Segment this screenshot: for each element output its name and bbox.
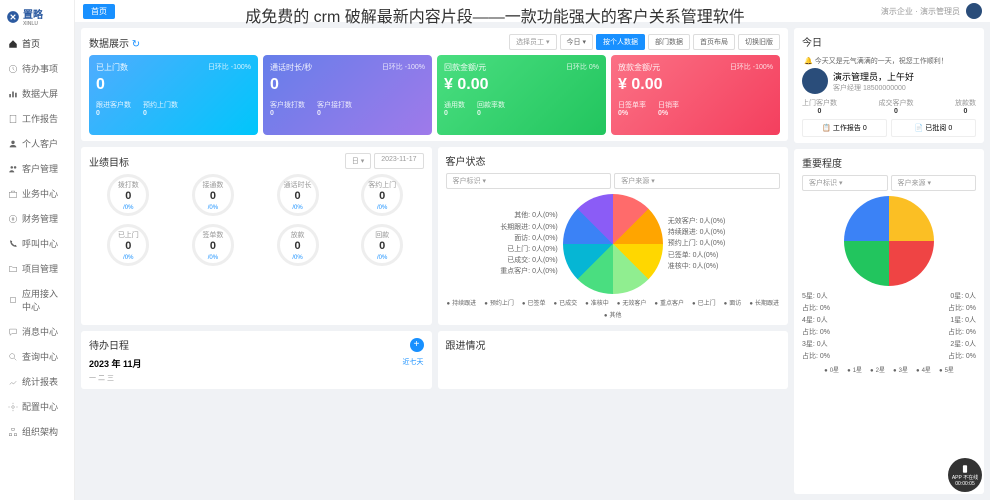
notification: 🔔今天又是元气满满的一天，祝您工作顺利！ (802, 54, 976, 68)
phone-icon (8, 239, 18, 249)
menu-message[interactable]: 消息中心 (0, 319, 74, 344)
status-pie (563, 194, 663, 294)
ring-item: 客约上门0/0% (343, 174, 422, 218)
menu-config[interactable]: 配置中心 (0, 394, 74, 419)
chart-icon (8, 89, 18, 99)
filter-personal[interactable]: 按个人数据 (596, 34, 645, 50)
menu-customer[interactable]: 客户管理 (0, 156, 74, 181)
menu-business[interactable]: 业务中心 (0, 181, 74, 206)
home-icon (8, 39, 18, 49)
menu-dashboard[interactable]: 数据大屏 (0, 81, 74, 106)
sched-month: 2023 年 11月 (89, 357, 142, 370)
imp-title: 重要程度 (802, 155, 842, 170)
ring-item: 回款0/0% (343, 224, 422, 268)
menu-call[interactable]: 呼叫中心 (0, 231, 74, 256)
user-name: 演示管理员，上午好 (833, 70, 976, 83)
card-payment[interactable]: 回款金额/元日环比 0% ¥ 0.00 通用数0回款率数0 (437, 55, 606, 135)
status-panel: 客户状态 客户标识 ▾客户来源 ▾ 其他: 0人(0%)长期跟进: 0人(0%)… (438, 147, 789, 325)
menu-personal[interactable]: 个人客户 (0, 131, 74, 156)
org-icon (8, 427, 18, 437)
imp-sel2[interactable]: 客户来源 ▾ (891, 175, 977, 191)
stats-icon (8, 377, 18, 387)
ring-item: 放款0/0% (258, 224, 337, 268)
imp-sel1[interactable]: 客户标识 ▾ (802, 175, 888, 191)
importance-panel: 重要程度 客户标识 ▾客户来源 ▾ 5星: 0人0星: 0人占比: 0%占比: … (794, 149, 984, 494)
message-icon (8, 327, 18, 337)
menu-query[interactable]: 查询中心 (0, 344, 74, 369)
clock-icon (8, 64, 18, 74)
phone-off-icon (960, 464, 970, 474)
data-title: 数据展示 ↻ (89, 35, 140, 50)
add-schedule-button[interactable]: + (410, 338, 424, 352)
schedule-panel: 待办日程+ 2023 年 11月近七天 一二三 (81, 331, 432, 389)
status-title: 客户状态 (446, 153, 486, 168)
status-sel2[interactable]: 客户来源 ▾ (614, 173, 780, 189)
data-panel: 数据展示 ↻ 选择员工 ▾ 今日 ▾ 按个人数据 部门数据 首页布局 切换旧版 … (81, 28, 788, 141)
perf-date[interactable]: 2023-11-17 (374, 153, 423, 169)
gear-icon (8, 402, 18, 412)
perf-title: 业绩目标 (89, 154, 129, 169)
card-loan[interactable]: 放款金额/元日环比 -100% ¥ 0.00 日签单率0%日销率0% (611, 55, 780, 135)
card-visits[interactable]: 已上门数日环比 -100% 0 跟进客户数0预约上门数0 (89, 55, 258, 135)
user-avatar[interactable] (802, 68, 828, 94)
menu-home[interactable]: 首页 (0, 31, 74, 56)
menu-project[interactable]: 项目管理 (0, 256, 74, 281)
overlay-title: 成免费的 crm 破解最新内容片段——一款功能强大的客户关系管理软件 (0, 3, 990, 27)
filter-employee[interactable]: 选择员工 ▾ (509, 34, 556, 50)
card-calls[interactable]: 通话时长/秒日环比 -100% 0 客户拨打数0客户接打数0 (263, 55, 432, 135)
ring-item: 通话时长0/0% (258, 174, 337, 218)
importance-pie (844, 196, 934, 286)
follow-title: 跟进情况 (446, 337, 486, 352)
briefcase-icon (8, 189, 18, 199)
menu-stats[interactable]: 统计报表 (0, 369, 74, 394)
menu-integration[interactable]: 应用接入中心 (0, 281, 74, 319)
sidebar: 置略XINLU 首页 待办事项 数据大屏 工作报告 个人客户 客户管理 业务中心… (0, 0, 75, 500)
sched-title: 待办日程 (89, 337, 129, 352)
filter-switch[interactable]: 切换旧版 (738, 34, 780, 50)
sched-link[interactable]: 近七天 (403, 357, 424, 373)
today-panel: 今日 🔔今天又是元气满满的一天，祝您工作顺利！ 演示管理员，上午好客户经理 18… (794, 28, 984, 143)
folder-icon (8, 264, 18, 274)
perf-day[interactable]: 日 ▾ (345, 153, 371, 169)
filter-layout[interactable]: 首页布局 (693, 34, 735, 50)
user-icon (8, 139, 18, 149)
filter-dept[interactable]: 部门数据 (648, 34, 690, 50)
doc-icon (8, 114, 18, 124)
plug-icon (8, 295, 18, 305)
menu-reports[interactable]: 工作报告 (0, 106, 74, 131)
ring-item: 接通数0/0% (174, 174, 253, 218)
performance-panel: 业绩目标 日 ▾2023-11-17 拨打数0/0%接通数0/0%通话时长0/0… (81, 147, 432, 325)
ring-item: 已上门0/0% (89, 224, 168, 268)
ring-item: 签单数0/0% (174, 224, 253, 268)
money-icon (8, 214, 18, 224)
today-title: 今日 (802, 34, 822, 49)
work-report-button[interactable]: 📋 工作报告 0 (802, 119, 887, 137)
search-icon (8, 352, 18, 362)
reviewed-button[interactable]: 📄 已批阅 0 (891, 119, 976, 137)
status-sel1[interactable]: 客户标识 ▾ (446, 173, 612, 189)
followup-panel: 跟进情况 (438, 331, 789, 389)
ring-item: 拨打数0/0% (89, 174, 168, 218)
menu-finance[interactable]: 财务管理 (0, 206, 74, 231)
menu-todo[interactable]: 待办事项 (0, 56, 74, 81)
float-status[interactable]: APP 不在线00:00:05 (948, 458, 982, 492)
menu-org[interactable]: 组织架构 (0, 419, 74, 444)
users-icon (8, 164, 18, 174)
filter-today[interactable]: 今日 ▾ (560, 34, 593, 50)
